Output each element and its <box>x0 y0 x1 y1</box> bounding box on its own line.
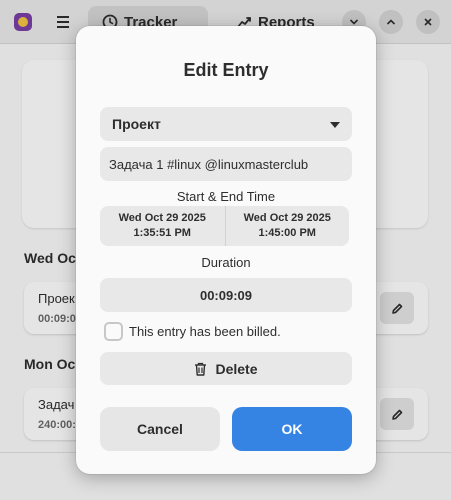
start-date: Wed Oct 29 2025 <box>118 212 206 224</box>
time-range-group: Wed Oct 29 2025 1:35:51 PM Wed Oct 29 20… <box>100 206 349 246</box>
start-time: 1:35:51 PM <box>133 227 191 239</box>
cancel-button[interactable]: Cancel <box>100 407 220 451</box>
end-time-button[interactable]: Wed Oct 29 2025 1:45:00 PM <box>224 206 350 246</box>
dropdown-arrow-icon <box>330 122 340 128</box>
duration-input[interactable]: 00:09:09 <box>100 278 352 312</box>
description-input[interactable]: Задача 1 #linux @linuxmasterclub <box>100 147 352 181</box>
project-value: Проект <box>112 116 161 132</box>
delete-button[interactable]: Delete <box>100 352 352 385</box>
duration-value: 00:09:09 <box>199 287 253 303</box>
delete-label: Delete <box>215 360 258 377</box>
dialog-title: Edit Entry <box>183 60 269 80</box>
trash-icon <box>195 362 207 376</box>
billed-row: This entry has been billed. <box>104 321 281 341</box>
ok-label: OK <box>281 421 303 437</box>
billed-checkbox[interactable] <box>104 321 123 341</box>
duration-label: Duration <box>201 255 251 270</box>
ok-button[interactable]: OK <box>232 407 352 451</box>
billed-label[interactable]: This entry has been billed. <box>129 324 281 339</box>
start-time-button[interactable]: Wed Oct 29 2025 1:35:51 PM <box>100 206 225 246</box>
end-date: Wed Oct 29 2025 <box>243 212 331 224</box>
edit-entry-dialog: Edit Entry Проект Задача 1 #linux @linux… <box>76 26 376 474</box>
project-dropdown[interactable]: Проект <box>100 107 352 141</box>
cancel-label: Cancel <box>137 421 183 437</box>
end-time: 1:45:00 PM <box>258 227 316 239</box>
time-section-label: Start & End Time <box>176 189 276 204</box>
description-value: Задача 1 #linux @linuxmasterclub <box>109 156 309 172</box>
